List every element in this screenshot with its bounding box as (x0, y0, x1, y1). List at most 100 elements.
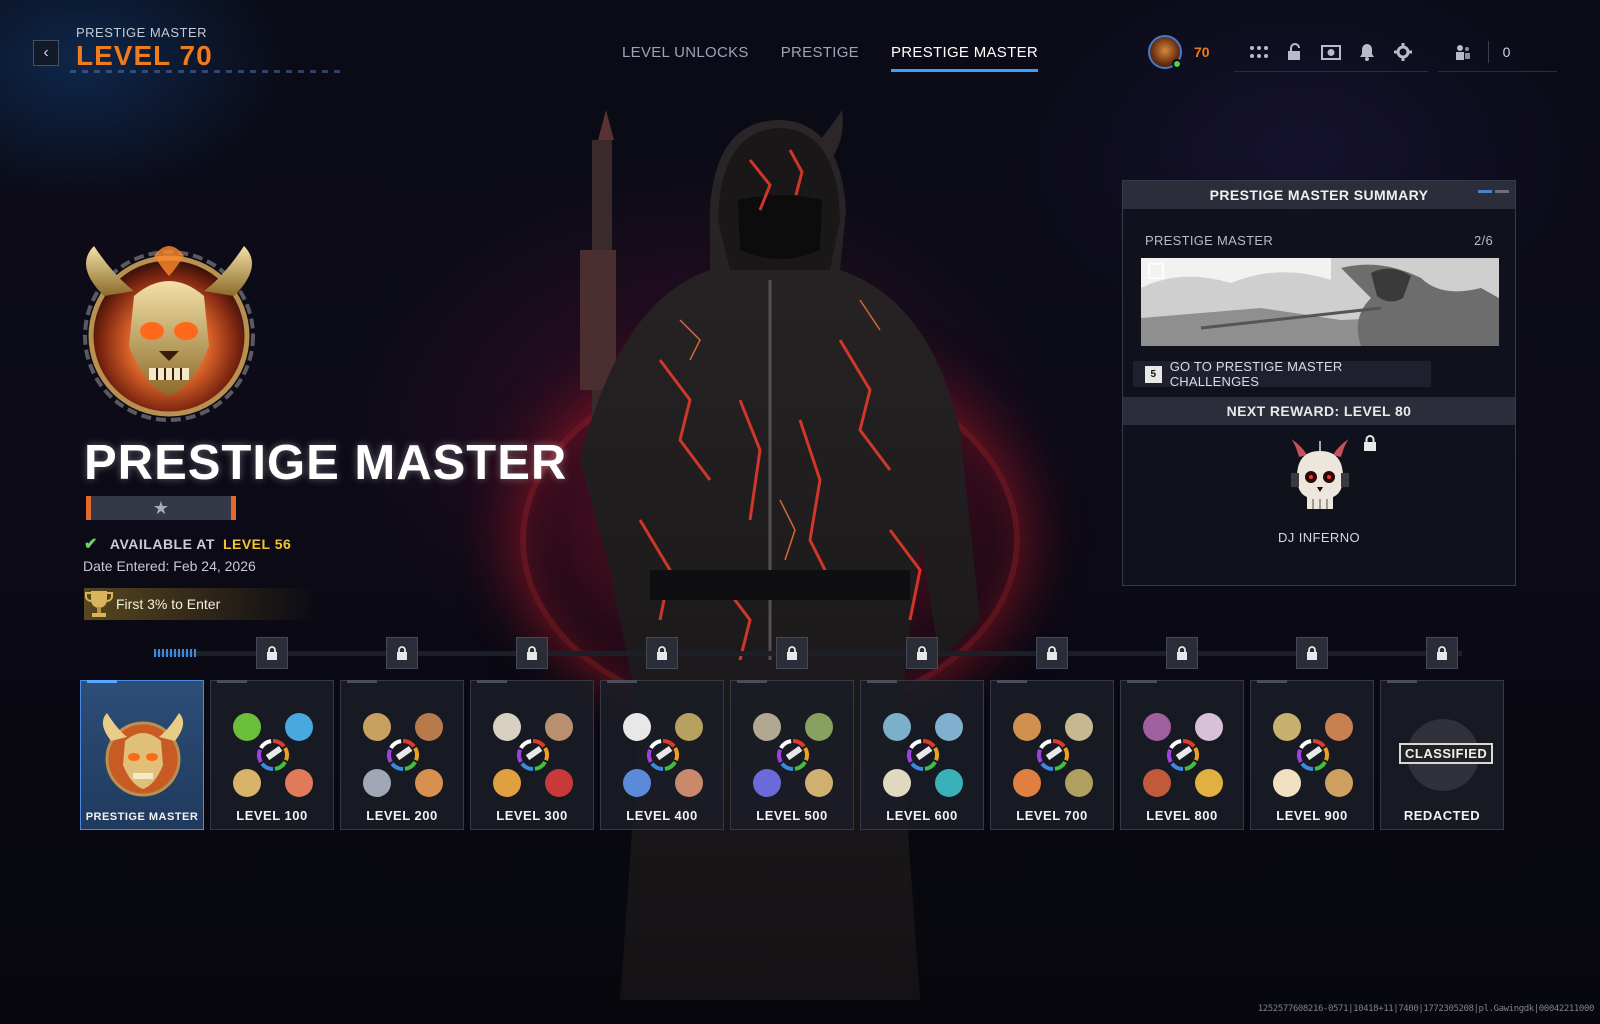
settings-gear-icon[interactable] (1392, 41, 1414, 63)
tab-prestige-master[interactable]: PRESTIGE MASTER (890, 44, 1039, 72)
lock-icon (1176, 646, 1188, 660)
card-label: PRESTIGE MASTER (85, 811, 199, 823)
track-lock-node (386, 637, 418, 669)
prestige-card-prestige-master[interactable]: PRESTIGE MASTER (80, 680, 204, 830)
summary-row-label: PRESTIGE MASTER (1145, 233, 1274, 248)
build-id: 1252577608216-0571|10418+11|7400|1772305… (1257, 1004, 1595, 1014)
player-level: 70 (1194, 44, 1210, 60)
prestige-card-level-600[interactable]: LEVEL 600 (860, 680, 984, 830)
card-label: LEVEL 900 (1276, 808, 1348, 823)
trophy-icon (85, 591, 113, 617)
emblem-set-icon (1143, 713, 1223, 797)
lock-icon (786, 646, 798, 660)
first-to-enter-text: First 3% to Enter (116, 596, 221, 612)
first-to-enter-badge: First 3% to Enter (84, 588, 316, 620)
prestige-card-level-400[interactable]: LEVEL 400 (600, 680, 724, 830)
card-label: LEVEL 700 (1016, 808, 1088, 823)
track-lock-node (516, 637, 548, 669)
rank-bar: ★ (86, 496, 236, 520)
lock-icon (1306, 646, 1318, 660)
prestige-master-emblem-icon (83, 246, 255, 422)
prestige-card-level-700[interactable]: LEVEL 700 (990, 680, 1114, 830)
track-lock-node (256, 637, 288, 669)
tab-level-unlocks[interactable]: LEVEL UNLOCKS (622, 44, 749, 72)
emblem-set-icon (753, 713, 833, 797)
lock-icon (916, 646, 928, 660)
lock-icon (266, 646, 278, 660)
top-right-bar: 70 0 (1148, 32, 1557, 72)
back-button[interactable]: ‹ (33, 40, 59, 66)
unlock-icon[interactable] (1284, 41, 1306, 63)
prestige-master-summary-panel: PRESTIGE MASTER SUMMARY PRESTIGE MASTER … (1122, 180, 1516, 586)
lock-icon (1436, 646, 1448, 660)
availability: ✔ AVAILABLE AT LEVEL 56 (84, 534, 291, 554)
card-label: LEVEL 600 (886, 808, 958, 823)
prestige-card-redacted[interactable]: CLASSIFIED REDACTED (1380, 680, 1504, 830)
header-subtitle: PRESTIGE MASTER (76, 25, 208, 40)
summary-progress-row: PRESTIGE MASTER 2/6 (1123, 233, 1515, 248)
go-to-challenges-button[interactable]: 5 GO TO PRESTIGE MASTER CHALLENGES (1133, 359, 1431, 389)
emblem-set-icon (623, 713, 703, 797)
party-icon-group: 0 (1437, 32, 1557, 72)
summary-header-decoration (1478, 190, 1509, 193)
menu-icon-group (1233, 32, 1428, 72)
chevron-left-icon: ‹ (43, 44, 49, 61)
summary-row-value: 2/6 (1474, 233, 1493, 248)
tab-prestige[interactable]: PRESTIGE (781, 44, 859, 72)
party-members-icon[interactable] (1452, 41, 1474, 63)
available-level: LEVEL 56 (222, 536, 292, 552)
progress-fill (154, 649, 198, 657)
emblem-set-icon (883, 713, 963, 797)
grid-menu-icon[interactable] (1248, 41, 1270, 63)
lock-icon (396, 646, 408, 660)
card-label: REDACTED (1403, 808, 1481, 823)
emblem-set-icon (233, 713, 313, 797)
next-reward-header: NEXT REWARD: LEVEL 80 (1123, 397, 1515, 425)
prestige-card-level-300[interactable]: LEVEL 300 (470, 680, 594, 830)
notification-bell-icon[interactable] (1356, 41, 1378, 63)
track-lock-node (1036, 637, 1068, 669)
card-label: LEVEL 200 (366, 808, 438, 823)
keybind-5: 5 (1145, 365, 1162, 383)
card-label: LEVEL 300 (496, 808, 568, 823)
star-icon: ★ (152, 497, 170, 518)
party-count: 0 (1502, 43, 1511, 60)
prestige-card-level-900[interactable]: LEVEL 900 (1250, 680, 1374, 830)
top-nav: LEVEL UNLOCKS PRESTIGE PRESTIGE MASTER (622, 44, 1039, 72)
emblem-set-icon (1273, 713, 1353, 797)
card-label: LEVEL 800 (1146, 808, 1218, 823)
emblem-set-icon (363, 713, 443, 797)
prestige-card-level-500[interactable]: LEVEL 500 (730, 680, 854, 830)
operator-character (580, 110, 980, 1000)
lock-icon (1046, 646, 1058, 660)
checkmark-icon: ✔ (84, 536, 98, 553)
prestige-master-banner-image (1141, 258, 1499, 346)
challenges-label: GO TO PRESTIGE MASTER CHALLENGES (1169, 359, 1343, 389)
store-icon[interactable] (1320, 41, 1342, 63)
prestige-card-row: PRESTIGE MASTER LEVEL 100 LEVEL 200 LEVEL 3… (80, 680, 1504, 830)
emblem-set-icon (493, 713, 573, 797)
next-reward[interactable]: DJ INFERNO (1123, 425, 1515, 545)
prestige-master-emblem-icon (102, 713, 184, 797)
header-level: LEVEL 70 (76, 40, 213, 71)
dj-inferno-skull-icon (1291, 439, 1349, 509)
date-entered: Date Entered: Feb 24, 2026 (83, 558, 256, 574)
prestige-card-level-800[interactable]: LEVEL 800 (1120, 680, 1244, 830)
card-label: LEVEL 500 (756, 808, 828, 823)
progress-track (154, 651, 1462, 656)
prestige-card-level-200[interactable]: LEVEL 200 (340, 680, 464, 830)
available-label: AVAILABLE AT (109, 536, 215, 552)
track-lock-node (776, 637, 808, 669)
avatar[interactable] (1148, 35, 1182, 69)
track-lock-node (1426, 637, 1458, 669)
card-label: LEVEL 400 (626, 808, 698, 823)
lock-icon (1364, 435, 1376, 451)
lock-icon (656, 646, 668, 660)
card-label: LEVEL 100 (236, 808, 308, 823)
online-status-icon (1172, 59, 1182, 69)
emblem-set-icon (1013, 713, 1093, 797)
track-lock-node (1296, 637, 1328, 669)
prestige-card-level-100[interactable]: LEVEL 100 (210, 680, 334, 830)
summary-header: PRESTIGE MASTER SUMMARY (1123, 181, 1515, 209)
summary-title: PRESTIGE MASTER SUMMARY (1209, 187, 1429, 203)
